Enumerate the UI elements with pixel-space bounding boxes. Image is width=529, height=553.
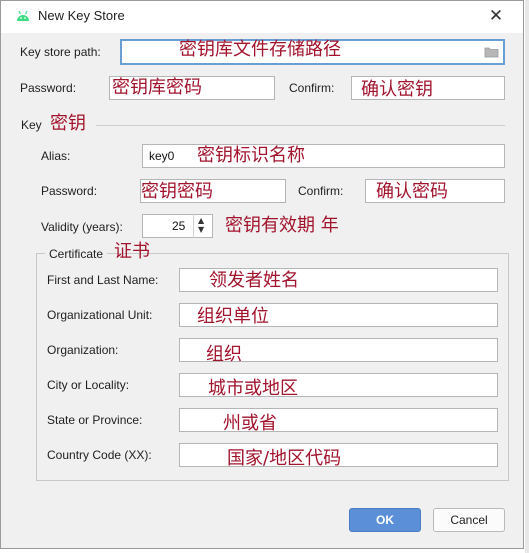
ok-button[interactable]: OK <box>349 508 421 532</box>
organization-label: Organization: <box>47 343 119 357</box>
validity-label: Validity (years): <box>41 220 123 234</box>
keystore-confirm-label: Confirm: <box>289 81 335 95</box>
android-icon <box>17 10 29 21</box>
folder-icon[interactable] <box>484 46 499 58</box>
alias-value: key0 <box>149 149 175 163</box>
certificate-group-annotation: 证书 <box>114 241 150 262</box>
key-confirm-label: Confirm: <box>298 184 344 198</box>
first-last-name-label: First and Last Name: <box>47 273 159 287</box>
background-window-edge <box>525 0 529 553</box>
keystore-password-annotation: 密钥库密码 <box>112 77 202 98</box>
city-locality-label: City or Locality: <box>47 378 130 392</box>
keystore-confirm-annotation: 确认密钥 <box>361 79 433 100</box>
alias-annotation: 密钥标识名称 <box>197 145 305 166</box>
validity-spinner-buttons: ▲ ▼ <box>193 214 212 238</box>
first-last-name-annotation: 领发者姓名 <box>209 270 299 291</box>
country-code-label: Country Code (XX): <box>47 448 152 462</box>
chevron-down-icon[interactable]: ▼ <box>198 226 204 234</box>
validity-value: 25 <box>172 219 186 233</box>
city-locality-annotation: 城市或地区 <box>208 378 298 399</box>
keystore-password-label: Password: <box>20 81 77 95</box>
title-bar: New Key Store ✕ <box>1 1 523 33</box>
organization-annotation: 组织 <box>206 344 242 365</box>
key-store-path-label: Key store path: <box>20 45 101 59</box>
cancel-button[interactable]: Cancel <box>433 508 505 532</box>
organizational-unit-label: Organizational Unit: <box>47 308 153 322</box>
state-province-label: State or Province: <box>47 413 143 427</box>
chevron-up-icon[interactable]: ▲ <box>198 217 204 225</box>
key-store-path-annotation: 密钥库文件存储路径 <box>179 39 341 60</box>
organizational-unit-annotation: 组织单位 <box>197 306 269 327</box>
state-province-annotation: 州或省 <box>223 413 277 434</box>
close-icon[interactable]: ✕ <box>485 5 507 27</box>
validity-annotation: 密钥有效期 年 <box>225 215 339 236</box>
key-section-label: Key <box>21 118 42 132</box>
alias-label: Alias: <box>41 149 71 163</box>
key-section-annotation: 密钥 <box>50 113 86 134</box>
new-key-store-dialog: New Key Store ✕ Key store path: 密钥库文件存储路… <box>0 0 524 549</box>
key-password-annotation: 密钥密码 <box>141 181 213 202</box>
certificate-group-label: Certificate <box>45 247 108 261</box>
dialog-title: New Key Store <box>38 8 125 23</box>
key-confirm-annotation: 确认密码 <box>376 181 448 202</box>
key-password-label: Password: <box>41 184 98 198</box>
country-code-annotation: 国家/地区代码 <box>227 448 342 469</box>
key-section-divider <box>96 125 505 126</box>
